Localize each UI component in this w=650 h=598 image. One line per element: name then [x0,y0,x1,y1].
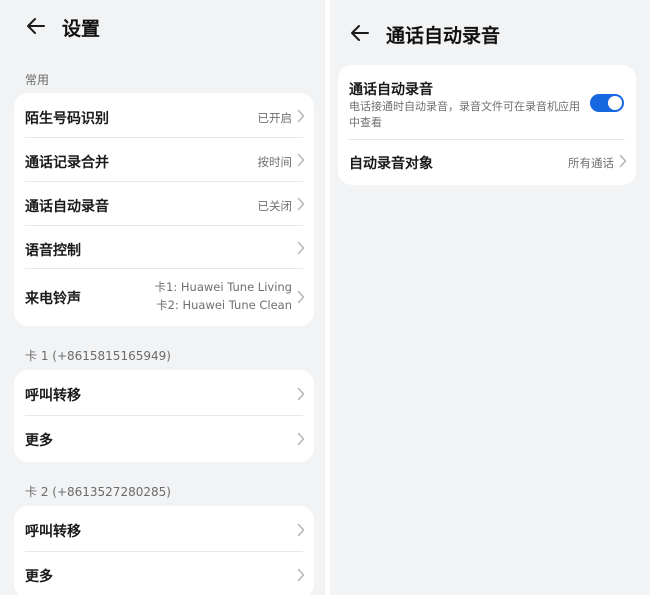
row-voice-control[interactable]: 语音控制 [14,226,314,269]
back-arrow-icon[interactable] [24,14,48,38]
row-value: 所有通话 [568,156,614,170]
row-sim2-call-forwarding[interactable]: 呼叫转移 [14,506,314,552]
auto-recording-panel: 通话自动录音 通话自动录音 电话接通时自动录音，录音文件可在录音机应用中查看 自… [330,0,650,595]
chevron-right-icon [297,432,305,446]
row-value: 已关闭 [257,199,293,213]
toggle-knob [608,96,622,110]
chevron-right-icon [297,523,305,537]
row-label: 通话自动录音 [349,82,433,98]
row-sim2-more[interactable]: 更多 [14,552,314,598]
ringtone-sim1: 卡1: Huawei Tune Living [154,280,292,294]
chevron-right-icon [297,290,305,304]
row-sim1-call-forwarding[interactable]: 呼叫转移 [14,370,314,416]
row-label: 来电铃声 [25,291,81,307]
row-description: 电话接通时自动录音，录音文件可在录音机应用中查看 [349,100,580,129]
row-label: 陌生号码识别 [25,111,109,127]
page-title: 通话自动录音 [386,25,501,47]
sim1-card: 呼叫转移 更多 [14,370,314,462]
row-label: 通话自动录音 [25,199,109,215]
row-label: 更多 [25,569,53,585]
chevron-right-icon [297,197,305,211]
chevron-right-icon [297,387,305,401]
page-title: 设置 [62,18,101,40]
chevron-right-icon [297,109,305,123]
section-label-common: 常用 [25,73,50,87]
row-label: 语音控制 [25,243,81,259]
sim2-card: 呼叫转移 更多 [14,506,314,598]
auto-recording-toggle-switch[interactable] [590,94,624,112]
row-sim1-more[interactable]: 更多 [14,416,314,462]
row-value: 按时间 [257,155,293,169]
section-label-sim2: 卡 2 (+8613527280285) [25,485,171,499]
back-arrow-icon[interactable] [348,21,372,45]
chevron-right-icon [297,568,305,582]
settings-panel: 设置 常用 陌生号码识别 已开启 通话记录合并 按时间 通话自动录音 已关闭 语… [0,0,325,598]
row-label: 呼叫转移 [25,388,81,404]
common-settings-card: 陌生号码识别 已开启 通话记录合并 按时间 通话自动录音 已关闭 语音控制 来电… [14,93,314,326]
row-label: 通话记录合并 [25,155,109,171]
row-auto-recording-toggle[interactable]: 通话自动录音 电话接通时自动录音，录音文件可在录音机应用中查看 [338,65,636,140]
ringtone-sim2: 卡2: Huawei Tune Clean [156,298,292,312]
row-recording-target[interactable]: 自动录音对象 所有通话 [338,140,636,185]
row-label: 更多 [25,433,53,449]
ringtone-values: 卡1: Huawei Tune Living 卡2: Huawei Tune C… [155,278,292,314]
section-label-sim1: 卡 1 (+8615815165949) [25,349,171,363]
chevron-right-icon [619,154,627,168]
chevron-right-icon [297,153,305,167]
auto-recording-header: 通话自动录音 [330,0,650,52]
row-label: 呼叫转移 [25,524,81,540]
row-label: 自动录音对象 [349,156,433,172]
auto-recording-card: 通话自动录音 电话接通时自动录音，录音文件可在录音机应用中查看 自动录音对象 所… [338,65,636,185]
settings-header: 设置 [0,0,325,52]
row-auto-call-recording[interactable]: 通话自动录音 已关闭 [14,182,314,226]
row-call-log-merge[interactable]: 通话记录合并 按时间 [14,138,314,182]
row-ringtone[interactable]: 来电铃声 卡1: Huawei Tune Living 卡2: Huawei T… [14,269,314,326]
chevron-right-icon [297,241,305,255]
row-value: 已开启 [257,111,293,125]
row-unknown-number-identification[interactable]: 陌生号码识别 已开启 [14,93,314,138]
